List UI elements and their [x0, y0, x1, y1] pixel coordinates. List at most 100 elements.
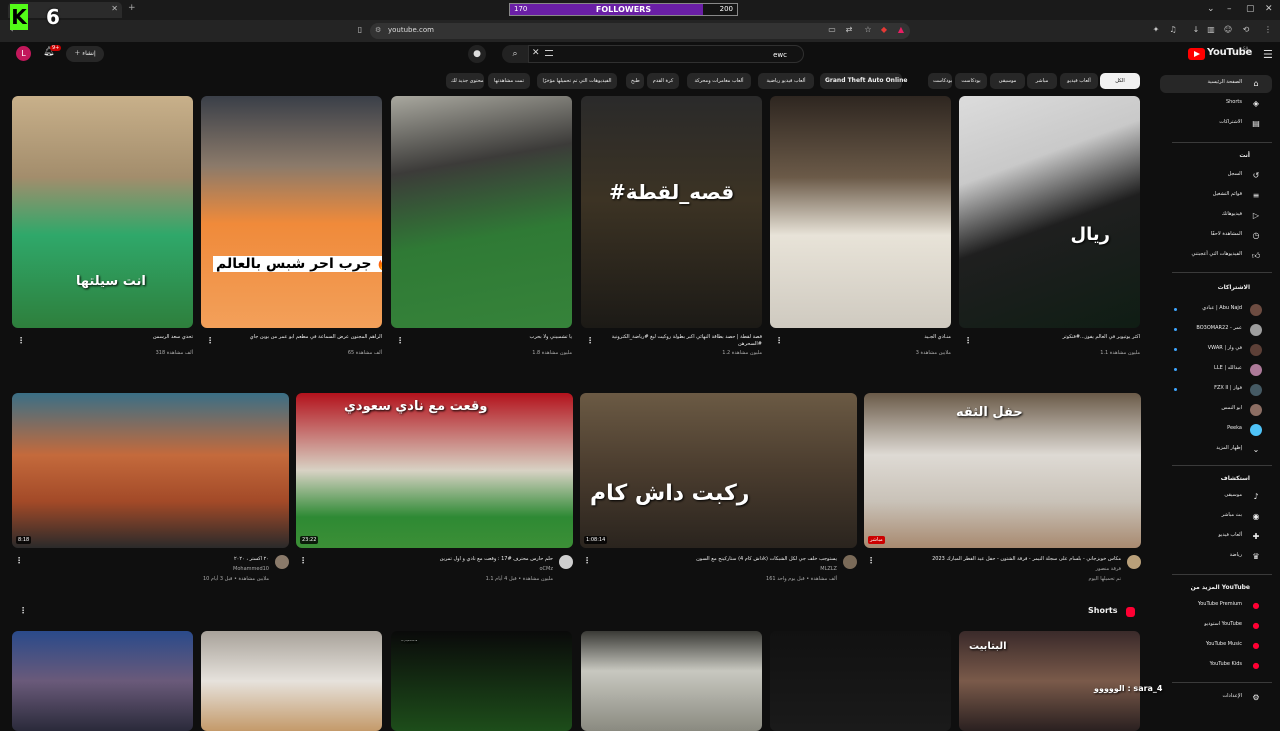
short-thumbnail[interactable]: POV: الاحت اذا مسكت الوكيتسن	[391, 631, 572, 731]
account-avatar[interactable]: L	[16, 46, 31, 61]
maximize-icon[interactable]: ▢	[1246, 4, 1255, 14]
sidebar-main-2[interactable]: الاشتراكات ▤	[1160, 115, 1272, 133]
sidebar-sub-0[interactable]: عبادي | Abu Najd	[1160, 301, 1272, 319]
browser-menu-icon[interactable]: ⋮	[1262, 24, 1274, 36]
sidebar-you-2[interactable]: فيديوهاتك ▷	[1160, 207, 1272, 225]
search-box[interactable]: ✕	[528, 45, 804, 63]
chip-6[interactable]: Grand Theft Auto Online	[820, 73, 907, 89]
keyboard-icon[interactable]	[545, 50, 553, 56]
chip-4[interactable]: بودكاست	[955, 73, 987, 89]
chip-2[interactable]: مباشر	[1027, 73, 1057, 89]
video-thumbnail[interactable]: جرب احر شبس بالعالم 🔥	[201, 96, 382, 328]
sidebar-sub-6[interactable]: Peeka	[1160, 421, 1272, 439]
sidebar-more-2[interactable]: YouTube Music ●	[1160, 637, 1272, 655]
short-thumbnail[interactable]	[581, 631, 762, 731]
sidebar-you-0[interactable]: السجل ↺	[1160, 167, 1272, 185]
profile-icon[interactable]: ☺	[1222, 24, 1234, 36]
channel-avatar[interactable]	[843, 555, 857, 569]
more-options-icon[interactable]: ⋮	[206, 336, 214, 345]
more-options-icon[interactable]: ⋮	[17, 336, 25, 345]
sidebar-you-heading[interactable]: أنت	[1239, 152, 1250, 159]
video-thumbnail[interactable]: ريال	[959, 96, 1140, 328]
minimize-icon[interactable]: –	[1227, 4, 1232, 14]
chip-5[interactable]: بودكاست	[928, 73, 952, 89]
more-options-icon[interactable]: ⋮	[583, 556, 591, 565]
sidebar-more-3[interactable]: YouTube Kids ●	[1160, 657, 1272, 675]
more-options-icon[interactable]: ⋮	[15, 556, 23, 565]
video-thumbnail[interactable]: وقعت مع نادي سعودي 23:22	[296, 393, 573, 548]
sidebar-settings[interactable]: الإعدادات ⚙	[1160, 689, 1272, 707]
star-icon[interactable]: ☆	[862, 24, 874, 36]
history-browser-icon[interactable]: ⟲	[1240, 24, 1252, 36]
chip-9[interactable]: كرة القدم	[647, 73, 679, 89]
video-title[interactable]: قصة لقطة | حصد بطاقة النهائي اكبر بطولة …	[591, 334, 762, 349]
create-button[interactable]: ＋ إنشاء	[66, 46, 104, 62]
sidebar-main-1[interactable]: Shorts ◈	[1160, 95, 1272, 113]
video-title[interactable]: ستاركينج مع السون (داش كام 4k) يستوجب خل…	[590, 556, 837, 563]
extensions-puzzle-icon[interactable]: ✦	[1150, 24, 1162, 36]
channel-avatar[interactable]	[1127, 555, 1141, 569]
more-options-icon[interactable]: ⋮	[964, 336, 972, 345]
sidebar-sub-2[interactable]: VWAR | في وار	[1160, 341, 1272, 359]
video-title[interactable]: يا تشمبيني ولا بحرب	[401, 334, 572, 349]
bookmark-icon[interactable]: ▯	[354, 24, 366, 36]
close-tab-icon[interactable]: ✕	[111, 4, 118, 13]
youtube-logo[interactable]: YouTube SA	[1188, 46, 1252, 62]
menu-icon[interactable]: ☰	[1263, 48, 1273, 61]
video-thumbnail[interactable]	[770, 96, 951, 328]
sidebar-explore-3[interactable]: رياضة ♛	[1160, 548, 1272, 566]
sidebar-more-1[interactable]: استوديو YouTube ●	[1160, 617, 1272, 635]
channel-name[interactable]: Mohammed10	[22, 566, 269, 572]
translate-icon[interactable]: ⇄	[843, 24, 855, 36]
more-options-icon[interactable]: ⋮	[299, 556, 307, 565]
short-thumbnail[interactable]: البتابيت	[959, 631, 1140, 731]
sidebar-sub-1[interactable]: BO3OMAR22 - عمر	[1160, 321, 1272, 339]
channel-avatar[interactable]	[559, 555, 573, 569]
video-title[interactable]: حلم حارس محترف #17 : وقعت مع نادي و أول …	[306, 556, 553, 563]
shorts-more-icon[interactable]: ⋮	[19, 606, 27, 615]
chip-13[interactable]: محتوى جديد لك	[446, 73, 484, 89]
channel-name[interactable]: فرقة منصور	[874, 566, 1121, 572]
site-info-icon[interactable]: ⚙	[375, 26, 381, 34]
more-options-icon[interactable]: ⋮	[775, 336, 783, 345]
more-options-icon[interactable]: ⋮	[396, 336, 404, 345]
more-options-icon[interactable]: ⋮	[586, 336, 594, 345]
channel-name[interactable]: oCMz	[306, 566, 554, 572]
extension-icon[interactable]: ◆	[878, 24, 890, 36]
short-thumbnail[interactable]	[12, 631, 193, 731]
short-thumbnail[interactable]	[201, 631, 382, 731]
video-thumbnail[interactable]: انت سيلتها	[12, 96, 193, 328]
sidebar-sub-4[interactable]: FZX II | فواز	[1160, 381, 1272, 399]
video-title[interactable]: مكاس خويزجاني - بلسام على سجلة النيمر - …	[874, 556, 1121, 563]
chip-7[interactable]: ألعاب فيديو رياضية	[758, 73, 814, 89]
sidebar-you-1[interactable]: قوائم التشغيل ≡	[1160, 187, 1272, 205]
chip-11[interactable]: الفيديوهات التي تم تحميلها مؤخرًا	[537, 73, 617, 89]
extension-icon-2[interactable]: ▲	[895, 24, 907, 36]
more-options-icon[interactable]: ⋮	[867, 556, 875, 565]
chip-1[interactable]: ألعاب فيديو	[1060, 73, 1098, 89]
sidebar-you-3[interactable]: المشاهدة لاحقًا ◷	[1160, 227, 1272, 245]
sidebar-main-0[interactable]: الصفحة الرئيسية ⌂	[1160, 75, 1272, 93]
sidebar-show-more[interactable]: إظهار المزيد ⌄	[1160, 441, 1272, 459]
video-title[interactable]: تحدي سعد الرسمن	[22, 334, 193, 349]
video-thumbnail[interactable]	[391, 96, 572, 328]
video-title[interactable]: منـادي الجـيد	[780, 334, 951, 349]
sidebar-subs-heading[interactable]: الاشتراكات	[1218, 284, 1250, 291]
channel-avatar[interactable]	[275, 555, 289, 569]
sidebar-sub-3[interactable]: LLE | عبدالله	[1160, 361, 1272, 379]
search-button[interactable]: ⌕	[502, 45, 528, 63]
new-tab-icon[interactable]: +	[128, 3, 136, 13]
media-icon[interactable]: ♫	[1167, 24, 1179, 36]
video-title[interactable]: ٢٠ اكستر ، ٢٠٢٠	[22, 556, 269, 563]
search-input[interactable]	[557, 48, 787, 61]
sidebar-sub-5[interactable]: ابو النمس	[1160, 401, 1272, 419]
chip-0[interactable]: الكل	[1100, 73, 1140, 89]
sidebar-you-4[interactable]: الفيديوهات التي أعجبتني 👍︎	[1160, 247, 1272, 265]
cast-icon[interactable]: ▭	[826, 24, 838, 36]
video-thumbnail[interactable]: #قصه_لقطة	[581, 96, 762, 328]
chip-10[interactable]: طبخ	[626, 73, 644, 89]
video-thumbnail[interactable]: حفل الثقه مباشر	[864, 393, 1141, 548]
video-thumbnail[interactable]: ركبت داش كام 1:08:14	[580, 393, 857, 548]
clear-search-icon[interactable]: ✕	[532, 48, 540, 58]
close-window-icon[interactable]: ✕	[1265, 4, 1273, 14]
